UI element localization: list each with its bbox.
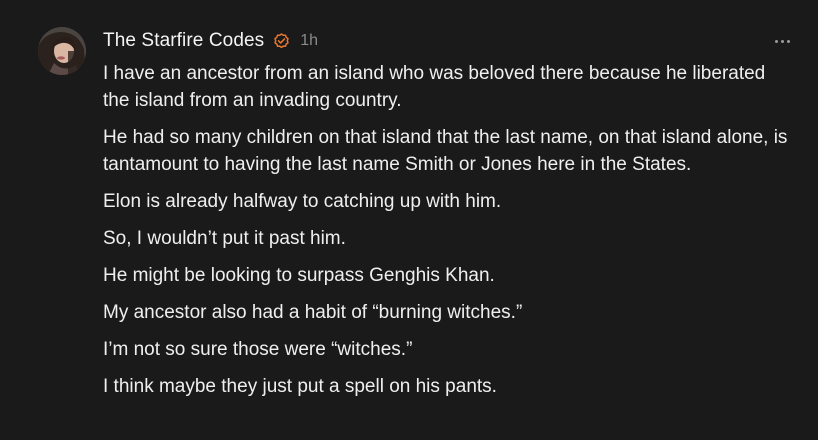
avatar-image xyxy=(38,27,86,75)
post-paragraph: I’m not so sure those were “witches.” xyxy=(103,339,413,360)
post-paragraph: He had so many children on that island t… xyxy=(103,127,788,175)
verified-badge-icon xyxy=(273,32,290,50)
post-paragraph: Elon is already halfway to catching up w… xyxy=(103,191,502,212)
dot xyxy=(774,39,778,43)
post-paragraph: My ancestor also had a habit of “burning… xyxy=(103,302,523,323)
author-name[interactable]: The Starfire Codes xyxy=(103,30,264,52)
post-timestamp: 1h xyxy=(300,32,319,49)
author-avatar[interactable] xyxy=(38,27,86,75)
dot xyxy=(786,39,790,43)
dot xyxy=(780,39,784,43)
post-paragraph: So, I wouldn’t put it past him. xyxy=(103,228,346,249)
post-paragraph: I think maybe they just put a spell on h… xyxy=(103,376,497,397)
post-body: I have an ancestor from an island who wa… xyxy=(103,60,793,410)
post-paragraph: I have an ancestor from an island who wa… xyxy=(103,63,766,111)
more-options-icon[interactable] xyxy=(772,31,792,51)
post-card: The Starfire Codes 1h I have an ancestor… xyxy=(0,0,818,440)
post-header: The Starfire Codes 1h xyxy=(103,28,318,54)
post-paragraph: He might be looking to surpass Genghis K… xyxy=(103,265,495,286)
